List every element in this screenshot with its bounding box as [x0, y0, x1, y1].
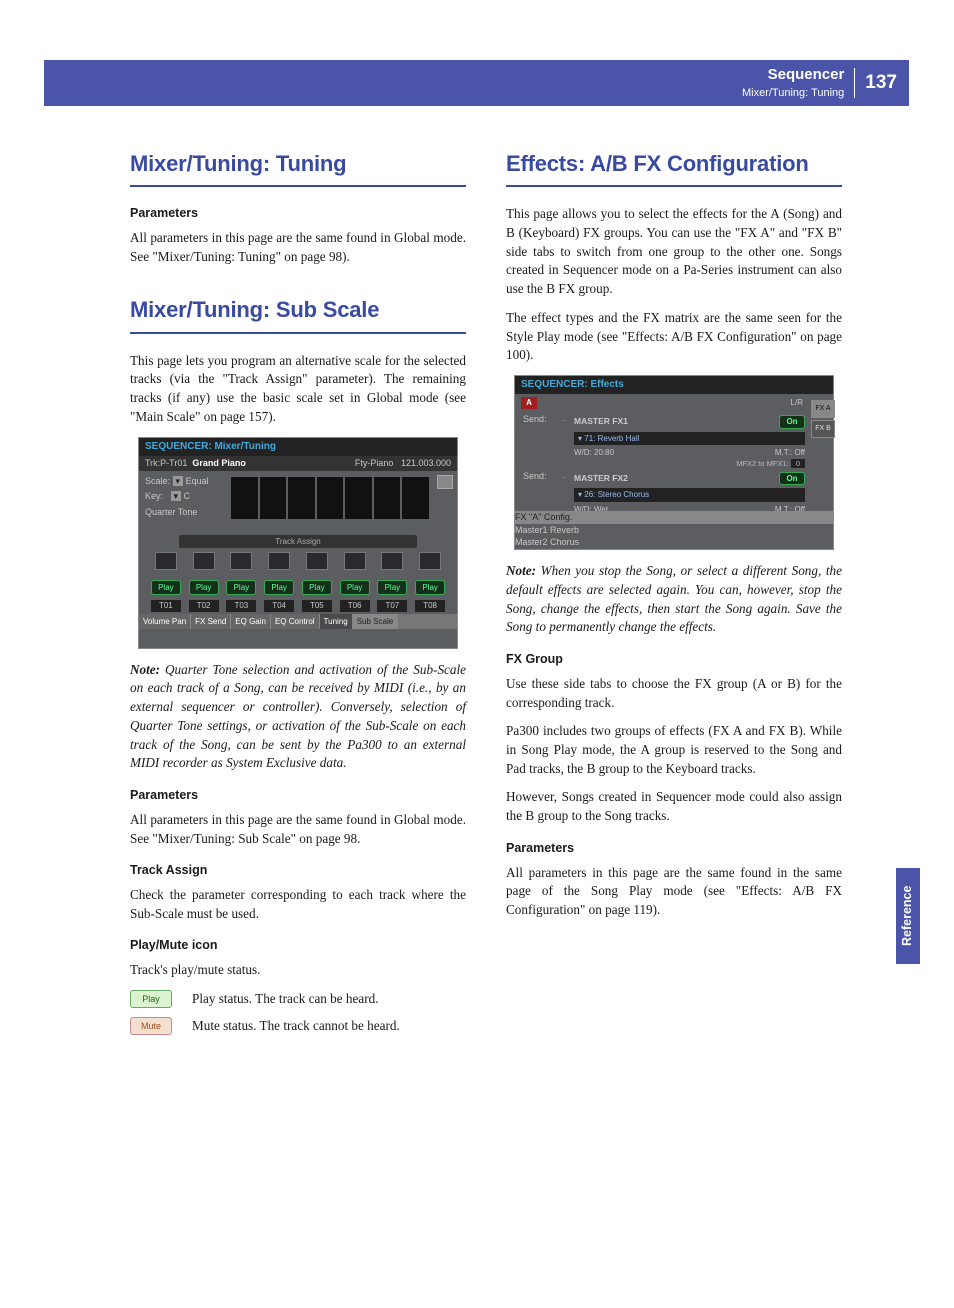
fx2-preset: 26: Stereo Chorus	[584, 490, 649, 499]
fx1-label: MASTER FX1	[574, 415, 628, 428]
route-lbl: MFX2 to MFX1:	[736, 459, 789, 468]
note-label: Note:	[130, 662, 160, 677]
scale-val: Equal	[186, 476, 209, 486]
rule	[130, 332, 466, 334]
send-lbl: Send:	[523, 413, 559, 459]
trk-name: Grand Piano	[192, 458, 246, 468]
body-text: All parameters in this page are the same…	[130, 229, 466, 266]
page-header: Sequencer Mixer/Tuning: Tuning 137	[44, 60, 909, 106]
fx1-preset: 71: Reverb Hall	[584, 434, 639, 443]
side-tab-fxb: FX B	[811, 420, 835, 438]
lr-label: L/R	[791, 397, 803, 409]
prog-num: 121.003.000	[401, 458, 451, 468]
key-lbl: Key:	[145, 491, 163, 501]
sub-track-assign: Track Assign	[130, 862, 466, 880]
body-text: This page allows you to select the effec…	[506, 205, 842, 299]
sub-play-mute: Play/Mute icon	[130, 937, 466, 955]
play-pill: Play	[151, 580, 181, 595]
heading-effects: Effects: A/B FX Configuration	[506, 148, 842, 179]
screenshot-sub-scale: SEQUENCER: Mixer/Tuning Trk:P-Tr01 Grand…	[138, 437, 458, 649]
rule	[506, 185, 842, 187]
trk-lbl: T01	[151, 600, 181, 611]
play-desc: Play status. The track can be heard.	[192, 990, 379, 1009]
track-assign-checkboxes	[139, 550, 457, 572]
play-icon-row: Play Play status. The track can be heard…	[130, 990, 466, 1009]
trk-label: Trk:P-Tr01	[145, 458, 187, 468]
body-text: All parameters in this page are the same…	[130, 811, 466, 848]
mute-icon: Mute	[130, 1017, 172, 1035]
scale-lbl: Scale:	[145, 476, 170, 486]
heading-mixer-tuning: Mixer/Tuning: Tuning	[130, 148, 466, 179]
header-section: Sequencer	[742, 64, 844, 85]
bottom-tab: FX "A" Config.	[515, 511, 833, 524]
track-assign-area-label: Track Assign	[179, 535, 417, 548]
bank-label: Fty-Piano	[355, 458, 394, 468]
body-text: Track's play/mute status.	[130, 961, 466, 980]
reference-side-tab: Reference	[896, 868, 920, 964]
quarter-tone: Quarter Tone	[145, 506, 229, 519]
side-tab-fxa: FX A	[811, 400, 835, 418]
body-text: The effect types and the FX matrix are t…	[506, 309, 842, 365]
sub-parameters2: Parameters	[130, 787, 466, 805]
heading-sub-scale: Mixer/Tuning: Sub Scale	[130, 294, 466, 325]
play-icon: Play	[130, 990, 172, 1008]
route-val: 0	[791, 459, 805, 468]
mute-desc: Mute status. The track cannot be heard.	[192, 1017, 400, 1036]
screenshot-title: SEQUENCER: Mixer/Tuning	[139, 438, 457, 456]
body-text: Use these side tabs to choose the FX gro…	[506, 675, 842, 712]
note-label: Note:	[506, 563, 536, 578]
body-text: Pa300 includes two groups of effects (FX…	[506, 722, 842, 778]
body-text: However, Songs created in Sequencer mode…	[506, 788, 842, 825]
body-text: All parameters in this page are the same…	[506, 864, 842, 920]
screenshot-effects: SEQUENCER: Effects FX A FX B A L/R Send:…	[514, 375, 834, 550]
body-text: This page lets you program an alternativ…	[130, 352, 466, 427]
mute-icon-row: Mute Mute status. The track cannot be he…	[130, 1017, 466, 1036]
note-text: Note: When you stop the Song, or select …	[506, 562, 842, 637]
body-text: Check the parameter corresponding to eac…	[130, 886, 466, 923]
key-val: C	[184, 491, 191, 501]
note-text: Note: Quarter Tone selection and activat…	[130, 661, 466, 773]
sub-parameters: Parameters	[130, 205, 466, 223]
sub-fx-group: FX Group	[506, 651, 842, 669]
header-divider	[854, 68, 855, 98]
fx2-label: MASTER FX2	[574, 472, 628, 485]
page-number: 137	[865, 70, 897, 97]
rule	[130, 185, 466, 187]
on-btn: On	[779, 415, 805, 428]
header-subtitle: Mixer/Tuning: Tuning	[742, 86, 844, 102]
screenshot-title: SEQUENCER: Effects	[515, 376, 833, 394]
sub-parameters3: Parameters	[506, 840, 842, 858]
bottom-tab: Volume Pan	[139, 614, 191, 629]
